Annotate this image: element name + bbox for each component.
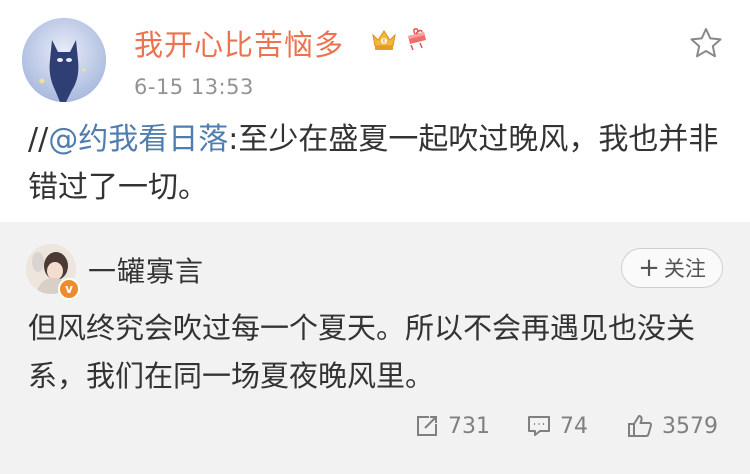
like-icon	[628, 415, 652, 437]
repost-count: 731	[448, 413, 490, 439]
reposted-original[interactable]: v 一罐寡言 + 关注 但风终究会吹过每一个夏天。所以不会再遇见也没关系，我们在…	[0, 222, 750, 474]
user-badges: 6	[370, 26, 430, 52]
post-timestamp: 6-15 13:53	[134, 75, 254, 99]
plus-icon: +	[638, 253, 660, 283]
post-text: //@约我看日落:至少在盛夏一起吹过晚风，我也并非错过了一切。	[28, 116, 728, 212]
mention-link[interactable]: @约我看日落	[48, 122, 228, 157]
repost-button[interactable]: 731	[414, 406, 490, 446]
svg-text:6: 6	[382, 39, 385, 45]
weibo-post: 我开心比苦恼多 6 6-15 13:53 //@约我看日落:至少在盛夏一起吹过晚…	[0, 0, 750, 222]
post-text-prefix: //	[28, 122, 49, 157]
like-count: 3579	[662, 413, 718, 439]
repost-icon	[417, 416, 437, 436]
post-username[interactable]: 我开心比苦恼多	[134, 22, 344, 64]
comment-button[interactable]: 74	[526, 406, 588, 446]
crown-badge-icon[interactable]: 6	[370, 26, 398, 52]
follow-button[interactable]: + 关注	[621, 248, 723, 288]
comment-icon	[528, 416, 550, 436]
comment-count: 74	[560, 413, 588, 439]
user-avatar[interactable]	[22, 18, 106, 102]
follow-label: 关注	[663, 257, 706, 281]
action-bar: 731 74 3579	[0, 406, 750, 446]
original-username[interactable]: 一罐寡言	[88, 250, 204, 290]
star-icon[interactable]	[688, 26, 724, 60]
like-button[interactable]: 3579	[626, 406, 718, 446]
original-text: 但风终究会吹过每一个夏天。所以不会再遇见也没关系，我们在同一场夏夜晚风里。	[28, 311, 696, 393]
vip-badge-icon: v	[58, 278, 80, 300]
gift-badge-icon[interactable]	[402, 26, 430, 52]
